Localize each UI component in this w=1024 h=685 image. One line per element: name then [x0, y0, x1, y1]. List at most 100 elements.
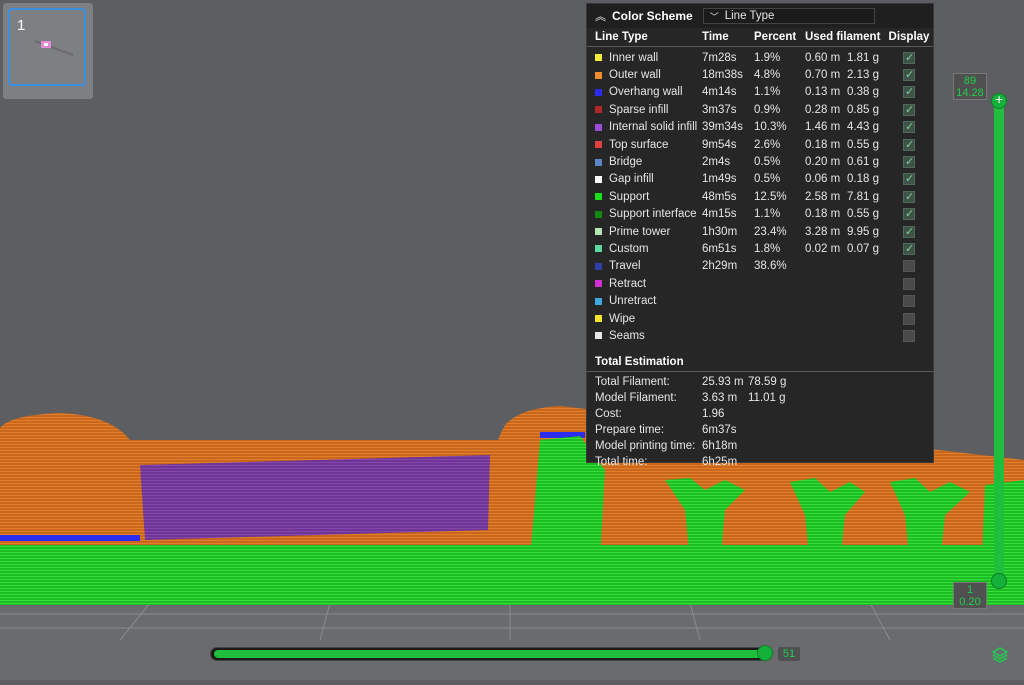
display-toggle[interactable]	[887, 172, 931, 186]
display-toggle[interactable]	[887, 312, 931, 325]
line-type-name: Outer wall	[587, 69, 702, 81]
display-checkbox[interactable]	[903, 277, 915, 290]
line-type-row: Custom 6m51s 1.8% 0.02 m 0.07 g	[587, 240, 933, 257]
color-scheme-panel: ︽ Color Scheme ﹀ Line Type Line Type Tim…	[586, 3, 934, 468]
line-type-label: Overhang wall	[609, 86, 683, 99]
color-swatch	[595, 71, 602, 79]
header-percent: Percent	[754, 31, 797, 43]
display-toggle[interactable]	[887, 190, 931, 203]
move-slider-handle[interactable]	[757, 645, 773, 661]
collapse-chevron-icon[interactable]: ︽	[595, 8, 606, 24]
percent-value: 1.1%	[754, 208, 781, 221]
display-toggle[interactable]	[887, 138, 931, 151]
display-checkbox[interactable]	[903, 138, 915, 151]
percent-value: 10.3%	[754, 121, 787, 134]
display-checkbox[interactable]	[903, 68, 915, 82]
line-type-row: Retract	[587, 275, 933, 292]
weight-value: 0.55 g	[847, 208, 879, 221]
layers-icon[interactable]	[991, 646, 1009, 664]
time-value: 7m28s	[702, 51, 737, 64]
color-scheme-dropdown[interactable]: ﹀ Line Type	[702, 8, 875, 24]
line-type-row: Support 48m5s 12.5% 2.58 m 7.81 g	[587, 188, 933, 205]
display-toggle[interactable]	[887, 51, 931, 64]
display-toggle[interactable]	[887, 329, 931, 342]
line-type-name: Prime tower	[587, 226, 702, 238]
display-toggle[interactable]	[887, 120, 931, 134]
display-toggle[interactable]	[887, 103, 931, 116]
estimation-label: Prepare time:	[595, 423, 665, 436]
layer-top-label: 89 14.28	[953, 73, 987, 100]
line-type-name: Unretract	[587, 295, 702, 307]
line-type-row: Inner wall 7m28s 1.9% 0.60 m 1.81 g	[587, 49, 933, 66]
weight-value: 0.18 g	[847, 173, 879, 186]
estimation-row: Cost: 1.96	[587, 406, 933, 422]
percent-value: 38.6%	[754, 260, 787, 273]
display-checkbox[interactable]	[903, 242, 915, 255]
display-checkbox[interactable]	[903, 51, 915, 64]
time-value: 39m34s	[702, 121, 743, 134]
time-value: 2h29m	[702, 260, 738, 273]
display-toggle[interactable]	[887, 225, 931, 238]
display-toggle[interactable]	[887, 295, 931, 308]
line-type-label: Travel	[609, 260, 641, 273]
color-swatch	[595, 210, 602, 218]
line-type-row: Bridge 2m4s 0.5% 0.20 m 0.61 g	[587, 153, 933, 170]
display-checkbox[interactable]	[903, 207, 915, 221]
display-checkbox[interactable]	[903, 103, 915, 116]
time-value: 4m15s	[702, 208, 737, 221]
color-swatch	[595, 158, 602, 166]
weight-value: 2.13 g	[847, 69, 879, 82]
layer-slider-track[interactable]	[994, 98, 1004, 582]
display-toggle[interactable]	[887, 242, 931, 255]
display-checkbox[interactable]	[903, 312, 915, 325]
length-value: 0.60 m	[805, 51, 841, 64]
length-value: 3.28 m	[805, 225, 841, 238]
time-value: 3m37s	[702, 103, 737, 116]
display-checkbox[interactable]	[903, 295, 915, 308]
weight-value: 0.07 g	[847, 242, 879, 255]
layer-slider-bottom-handle[interactable]	[991, 573, 1007, 589]
layer-slider-top-handle[interactable]	[991, 91, 1007, 109]
estimation-value-2: 78.59 g	[748, 375, 787, 388]
estimation-value: 6h18m	[702, 439, 738, 452]
display-toggle[interactable]	[887, 260, 931, 273]
color-swatch	[595, 245, 602, 253]
weight-value: 0.85 g	[847, 103, 879, 116]
display-checkbox[interactable]	[903, 260, 915, 273]
weight-value: 7.81 g	[847, 190, 879, 203]
time-value: 9m54s	[702, 138, 737, 151]
percent-value: 1.1%	[754, 86, 781, 99]
display-toggle[interactable]	[887, 207, 931, 221]
display-checkbox[interactable]	[903, 225, 915, 238]
line-type-label: Gap infill	[609, 173, 654, 186]
percent-value: 1.8%	[754, 242, 781, 255]
weight-value: 4.43 g	[847, 121, 879, 134]
display-checkbox[interactable]	[903, 329, 915, 342]
display-checkbox[interactable]	[903, 172, 915, 186]
estimation-row: Model printing time: 6h18m	[587, 438, 933, 454]
top-layer-number: 89	[963, 75, 977, 87]
line-type-label: Seams	[609, 329, 645, 342]
estimation-value: 25.93 m	[702, 375, 744, 388]
display-checkbox[interactable]	[903, 85, 915, 99]
color-swatch	[595, 123, 602, 131]
line-type-label: Retract	[609, 277, 647, 290]
length-value: 0.02 m	[805, 242, 841, 255]
percent-value: 0.5%	[754, 156, 781, 169]
estimation-value: 6m37s	[702, 423, 737, 436]
display-checkbox[interactable]	[903, 155, 915, 169]
display-toggle[interactable]	[887, 68, 931, 82]
bottom-layer-height: 0.20	[959, 596, 981, 608]
percent-value: 12.5%	[754, 190, 787, 203]
display-toggle[interactable]	[887, 277, 931, 290]
percent-value: 2.6%	[754, 138, 781, 151]
display-toggle[interactable]	[887, 85, 931, 99]
display-checkbox[interactable]	[903, 120, 915, 134]
estimation-row: Total Filament: 25.93 m 78.59 g	[587, 374, 933, 390]
display-checkbox[interactable]	[903, 190, 915, 203]
length-value: 0.18 m	[805, 208, 841, 221]
color-swatch	[595, 280, 602, 288]
display-toggle[interactable]	[887, 155, 931, 169]
line-type-name: Inner wall	[587, 52, 702, 64]
plate-thumbnail[interactable]: 1	[3, 3, 93, 99]
